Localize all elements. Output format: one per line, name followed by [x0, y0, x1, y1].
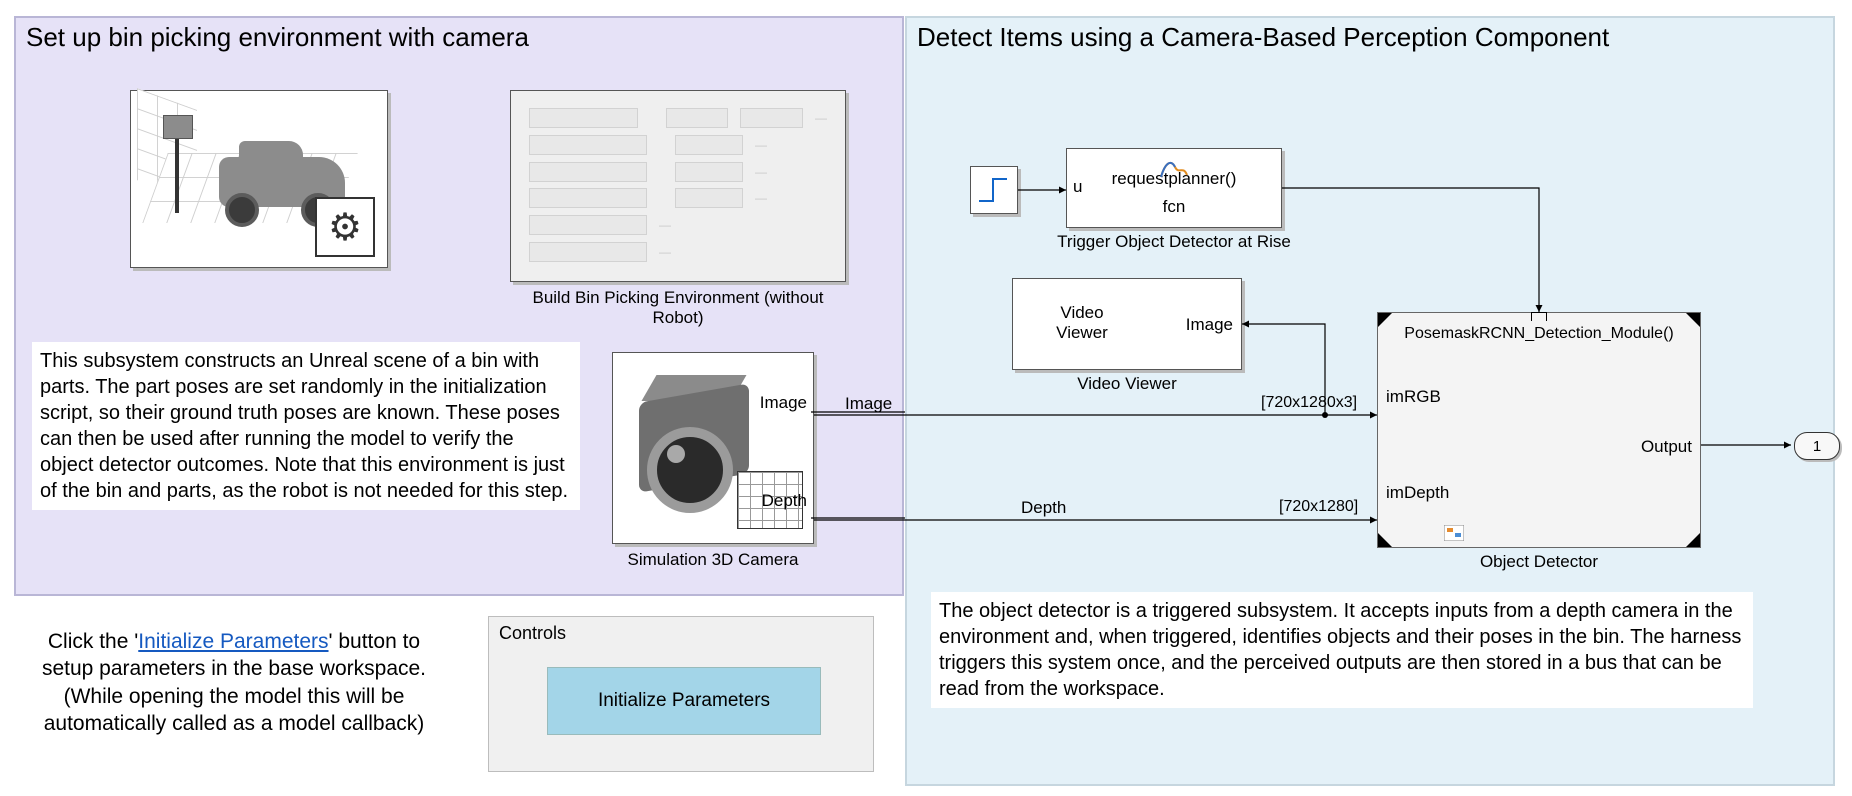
object-detector-block[interactable]: PosemaskRCNN_Detection_Module() imRGB im…: [1377, 312, 1701, 548]
env-description: This subsystem constructs an Unreal scen…: [32, 342, 580, 510]
scene-config-block[interactable]: ⚙: [130, 90, 388, 268]
depth-dim-label: [720x1280]: [1279, 498, 1358, 516]
detector-fn-text: PosemaskRCNN_Detection_Module(): [1378, 325, 1700, 343]
initialize-parameters-button[interactable]: Initialize Parameters: [547, 667, 821, 735]
image-signal-label: Image: [845, 394, 892, 414]
detect-description: The object detector is a triggered subsy…: [931, 592, 1753, 708]
footer-text: Click the 'Initialize Parameters' button…: [14, 622, 454, 743]
camera-depth-port: Depth: [762, 491, 807, 511]
rgb-dim-label: [720x1280x3]: [1261, 394, 1357, 412]
outport-number: 1: [1813, 438, 1821, 455]
initialize-parameters-button-label: Initialize Parameters: [598, 690, 770, 712]
camera-image-port: Image: [760, 393, 807, 413]
video-viewer-label: Video Viewer: [1012, 374, 1242, 394]
trigger-fcn-block[interactable]: u requestplanner() fcn: [1066, 148, 1282, 228]
video-viewer-block[interactable]: Video Viewer Image: [1012, 278, 1242, 370]
depth-signal-label: Depth: [1021, 498, 1066, 518]
matlab-membrane-icon: [1159, 157, 1189, 181]
detect-panel: Detect Items using a Camera-Based Percep…: [905, 16, 1835, 786]
video-viewer-text: Video Viewer: [1047, 303, 1117, 343]
env-panel: Set up bin picking environment with came…: [14, 16, 904, 596]
video-viewer-port: Image: [1186, 315, 1233, 335]
imdepth-port: imDepth: [1386, 483, 1449, 503]
step-icon: [977, 175, 1009, 203]
init-params-link[interactable]: Initialize Parameters: [138, 630, 328, 653]
controls-panel: Controls Initialize Parameters: [488, 616, 874, 772]
params-icon: [511, 91, 845, 281]
sim3d-camera-label: Simulation 3D Camera: [612, 550, 814, 570]
detect-title: Detect Items using a Camera-Based Percep…: [917, 22, 1609, 53]
outport-1[interactable]: 1: [1794, 432, 1840, 460]
sim3d-camera-block[interactable]: Image Depth: [612, 352, 814, 544]
gear-icon: ⚙: [315, 197, 375, 257]
step-block[interactable]: [970, 166, 1018, 214]
output-port: Output: [1641, 437, 1692, 457]
simulink-canvas: Set up bin picking environment with came…: [0, 0, 1852, 796]
controls-title: Controls: [499, 623, 566, 644]
env-title: Set up bin picking environment with came…: [26, 22, 529, 53]
camera-icon: [613, 353, 813, 543]
trigger-fcn-text: fcn: [1067, 197, 1281, 217]
scene-icon: ⚙: [131, 91, 387, 267]
imrgb-port: imRGB: [1386, 387, 1441, 407]
trigger-label: Trigger Object Detector at Rise: [1034, 232, 1314, 252]
build-env-label: Build Bin Picking Environment (without R…: [510, 288, 846, 328]
subsystem-badge-icon: [1444, 525, 1464, 541]
build-env-block[interactable]: [510, 90, 846, 282]
object-detector-label: Object Detector: [1377, 552, 1701, 572]
